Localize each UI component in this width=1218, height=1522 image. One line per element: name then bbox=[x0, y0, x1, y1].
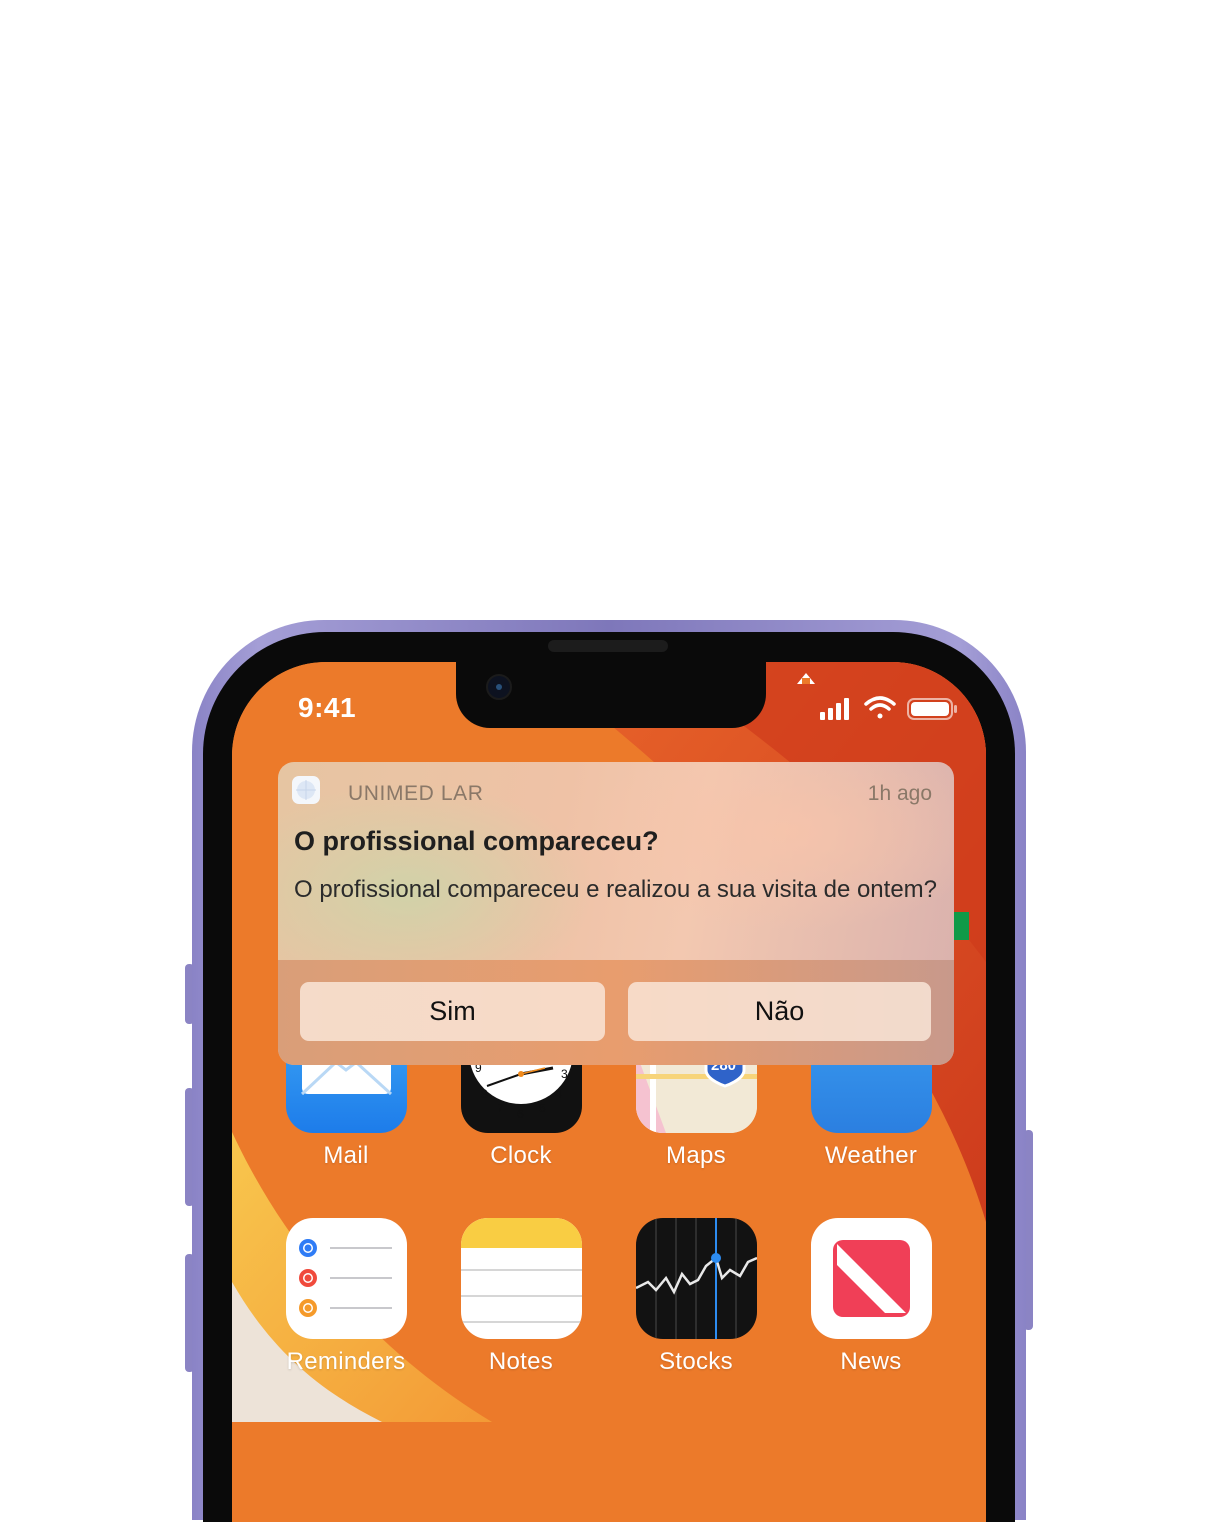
clock-number-3: 3 bbox=[561, 1067, 568, 1081]
app-label-news: News bbox=[840, 1348, 902, 1375]
clock-number-7: 7 bbox=[497, 1101, 504, 1115]
app-label-reminders: Reminders bbox=[286, 1348, 406, 1375]
clock-number-8: 8 bbox=[481, 1087, 488, 1101]
wifi-icon bbox=[864, 696, 896, 719]
stocks-icon bbox=[636, 1218, 757, 1339]
reminders-app-icon[interactable] bbox=[286, 1218, 407, 1339]
screen-sharing-indicator-icon bbox=[797, 673, 815, 684]
news-app-icon[interactable] bbox=[811, 1218, 932, 1339]
action-button-nao[interactable]: Não bbox=[628, 982, 931, 1041]
earpiece-speaker bbox=[548, 640, 668, 652]
notification-title: O profissional compareceu? bbox=[294, 826, 659, 856]
unimed-lar-app-icon bbox=[292, 776, 320, 804]
cellular-signal-icon bbox=[820, 698, 849, 720]
clock-number-6: 6 bbox=[517, 1107, 524, 1121]
notification-time: 1h ago bbox=[867, 782, 932, 805]
notification-body[interactable]: UNIMED LAR 1h ago O profissional compare… bbox=[278, 762, 954, 1002]
app-label-mail: Mail bbox=[323, 1142, 369, 1169]
notification-actions: Sim Não bbox=[278, 960, 954, 1065]
app-label-clock: Clock bbox=[490, 1142, 552, 1169]
status-time: 9:41 bbox=[298, 692, 357, 723]
app-label-notes: Notes bbox=[488, 1348, 554, 1375]
app-label-stocks: Stocks bbox=[659, 1348, 733, 1375]
push-notification[interactable]: UNIMED LAR 1h ago O profissional compare… bbox=[278, 762, 954, 1065]
notes-icon bbox=[461, 1218, 582, 1323]
stocks-app-icon[interactable] bbox=[636, 1218, 757, 1339]
status-icons bbox=[820, 696, 957, 720]
app-label-maps: Maps bbox=[666, 1142, 726, 1169]
notification-app-name: UNIMED LAR bbox=[348, 782, 484, 805]
reminders-icon bbox=[299, 1239, 392, 1317]
app-label-weather: Weather bbox=[824, 1142, 918, 1169]
notification-message: O profissional compareceu e realizou a s… bbox=[294, 876, 938, 903]
clock-number-5: 5 bbox=[539, 1101, 546, 1115]
notes-app-icon[interactable] bbox=[461, 1218, 582, 1339]
battery-icon bbox=[907, 698, 957, 720]
news-icon bbox=[833, 1240, 910, 1317]
clock-number-4: 4 bbox=[555, 1087, 562, 1101]
front-camera bbox=[486, 674, 512, 700]
app-badge-peek bbox=[954, 912, 969, 940]
action-button-sim[interactable]: Sim bbox=[300, 982, 605, 1041]
